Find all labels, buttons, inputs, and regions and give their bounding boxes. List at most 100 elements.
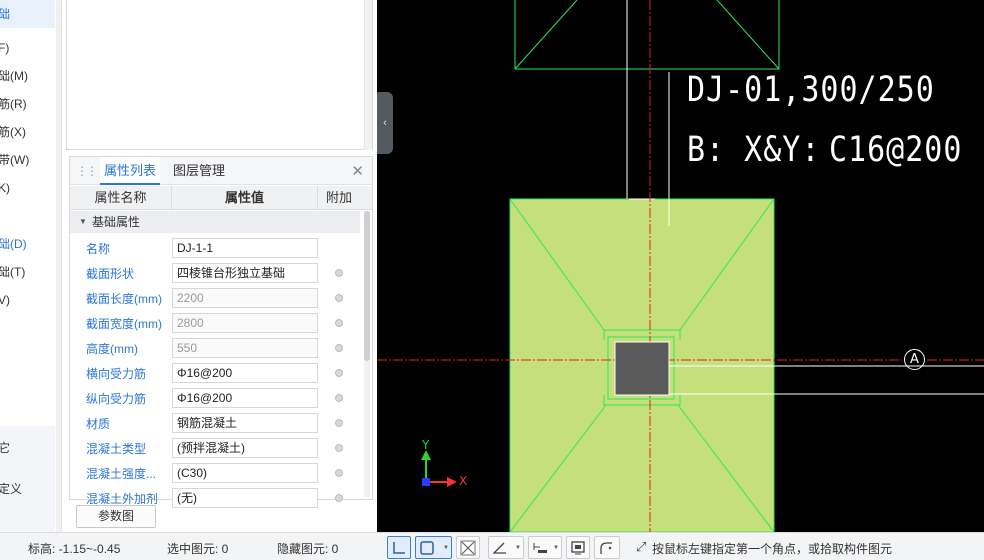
property-group-row[interactable]: ▼ 基础属性: [70, 211, 360, 233]
nav-item-2[interactable]: 础(M): [0, 65, 28, 87]
attach-checkbox[interactable]: [335, 394, 343, 402]
nav-item-5[interactable]: 带(W): [0, 149, 29, 171]
property-name: 材质: [86, 417, 111, 431]
property-panel: ⋮⋮ 属性列表 图层管理 ✕ 属性名称 属性值 附加 ▼ 基础属性 名称 DJ-1…: [69, 156, 373, 508]
curve-icon: [600, 542, 612, 554]
foundation-label: DJ-01,300/250: [687, 70, 935, 111]
property-row[interactable]: 纵向受力筋 Φ16@200: [70, 385, 360, 410]
nav-item-1[interactable]: F): [0, 37, 9, 59]
rect-select-icon: [420, 541, 434, 555]
parameter-diagram-button[interactable]: 参数图: [76, 505, 156, 528]
chevron-left-icon: ‹: [383, 117, 387, 129]
cad-drawing-canvas[interactable]: DJ-01,300/250 B: X&Y: C16@200 A Y X: [377, 0, 984, 532]
nav-item-8[interactable]: 础(T): [0, 261, 25, 283]
x-axis-label: X: [459, 474, 468, 488]
attach-checkbox[interactable]: [335, 344, 343, 352]
panel-collapse-handle[interactable]: ‹: [377, 92, 393, 154]
property-row[interactable]: 混凝土类型 (预拌混凝土): [70, 435, 360, 460]
property-row[interactable]: 截面宽度(mm) 2800: [70, 310, 360, 335]
elevation-status: 标高: -1.15~-0.45: [28, 542, 121, 556]
property-value-field[interactable]: Φ16@200: [172, 388, 318, 408]
property-table-header: 属性名称 属性值 附加: [70, 186, 372, 210]
nav-item-9[interactable]: V): [0, 289, 10, 311]
nav-item-10[interactable]: 它: [0, 437, 10, 459]
drag-handle-icon[interactable]: ⋮⋮: [76, 164, 98, 178]
property-name: 纵向受力筋: [86, 392, 147, 406]
property-value-field[interactable]: 钢筋混凝土: [172, 413, 318, 433]
curve-button[interactable]: [594, 536, 620, 559]
tab-layer-management[interactable]: 图层管理: [169, 157, 229, 185]
property-value-field[interactable]: DJ-1-1: [172, 238, 318, 258]
component-list-scrollbar[interactable]: [364, 0, 372, 150]
ucs-axes: [421, 450, 457, 487]
property-row[interactable]: 混凝土强度... (C30): [70, 460, 360, 485]
property-name: 混凝土强度...: [86, 467, 157, 481]
nav-item-6[interactable]: K): [0, 177, 10, 199]
angle-button[interactable]: ▼: [488, 536, 524, 559]
rect-select-button[interactable]: ▼: [415, 536, 452, 559]
chevron-down-icon: ▼: [553, 545, 559, 551]
nav-item-7[interactable]: 础(D): [0, 233, 27, 255]
attach-checkbox[interactable]: [335, 269, 343, 277]
property-name: 截面宽度(mm): [86, 317, 162, 331]
chevron-down-icon: ▼: [515, 545, 521, 551]
property-row[interactable]: 横向受力筋 Φ16@200: [70, 360, 360, 385]
rebar-label-value: C16@200: [829, 130, 963, 171]
tab-property-list[interactable]: 属性列表: [100, 157, 161, 185]
column-header-extra: 附加: [325, 190, 352, 205]
dimension-icon: [533, 543, 547, 553]
nav-scrollbar[interactable]: [56, 0, 61, 532]
attach-checkbox[interactable]: [335, 419, 343, 427]
attach-checkbox[interactable]: [335, 294, 343, 302]
attach-checkbox[interactable]: [335, 469, 343, 477]
property-value-field[interactable]: Φ16@200: [172, 363, 318, 383]
nav-item-11[interactable]: 定义: [0, 478, 22, 500]
property-value-field[interactable]: (预拌混凝土): [172, 438, 318, 458]
property-tabs: ⋮⋮ 属性列表 图层管理 ✕: [70, 157, 372, 185]
property-row[interactable]: 名称 DJ-1-1: [70, 235, 360, 260]
property-value-field[interactable]: 四棱锥台形独立基础: [172, 263, 318, 283]
nav-item-4[interactable]: 筋(X): [0, 121, 26, 143]
attach-checkbox[interactable]: [335, 494, 343, 502]
property-value-field[interactable]: 2200: [172, 288, 318, 308]
attach-checkbox[interactable]: [335, 369, 343, 377]
angle-icon: [492, 542, 506, 554]
collapse-triangle-icon[interactable]: ▼: [79, 211, 87, 233]
property-name: 横向受力筋: [86, 367, 147, 381]
screen-button[interactable]: [566, 536, 590, 559]
screen-icon: [571, 541, 585, 555]
column-block: [614, 341, 670, 396]
property-row[interactable]: 材质 钢筋混凝土: [70, 410, 360, 435]
property-scrollbar-thumb[interactable]: [364, 211, 370, 361]
cross-select-button[interactable]: [456, 536, 480, 559]
property-value-field[interactable]: 550: [172, 338, 318, 358]
property-row[interactable]: 截面长度(mm) 2200: [70, 285, 360, 310]
cross-icon: [460, 540, 476, 556]
attach-checkbox[interactable]: [335, 444, 343, 452]
property-value-field[interactable]: 2800: [172, 313, 318, 333]
ortho-icon: [393, 542, 405, 554]
close-icon[interactable]: ✕: [351, 162, 364, 180]
ortho-button[interactable]: [387, 536, 411, 559]
property-row[interactable]: 截面形状 四棱锥台形独立基础: [70, 260, 360, 285]
property-scrollbar[interactable]: [364, 211, 370, 497]
property-row[interactable]: 高度(mm) 550: [70, 335, 360, 360]
nav-item-3[interactable]: 筋(R): [0, 93, 27, 115]
column-header-name: 属性名称: [70, 186, 172, 210]
property-name: 截面形状: [86, 267, 135, 281]
property-name: 混凝土类型: [86, 442, 147, 456]
nav-item-0[interactable]: 础: [0, 3, 10, 25]
column-header-value: 属性值: [172, 186, 318, 210]
rebar-label-prefix: B: X&Y:: [687, 130, 821, 171]
axis-bubble-a: A: [904, 349, 925, 370]
component-list-panel: [66, 0, 373, 150]
property-value-field[interactable]: (C30): [172, 463, 318, 483]
attach-checkbox[interactable]: [335, 319, 343, 327]
dimension-button[interactable]: ▼: [528, 536, 562, 559]
status-bar: 标高: -1.15~-0.45 选中图元: 0 隐藏图元: 0 ▼ ▼ ▼ ⤢ …: [0, 532, 984, 560]
resize-arrow-icon: ⤢: [636, 539, 647, 554]
selected-count-status: 选中图元: 0: [167, 542, 229, 556]
status-hint: 按鼠标左键指定第一个角点，或拾取构件图元: [652, 542, 893, 556]
property-value-field[interactable]: (无): [172, 488, 318, 508]
chevron-down-icon: ▼: [443, 545, 449, 551]
